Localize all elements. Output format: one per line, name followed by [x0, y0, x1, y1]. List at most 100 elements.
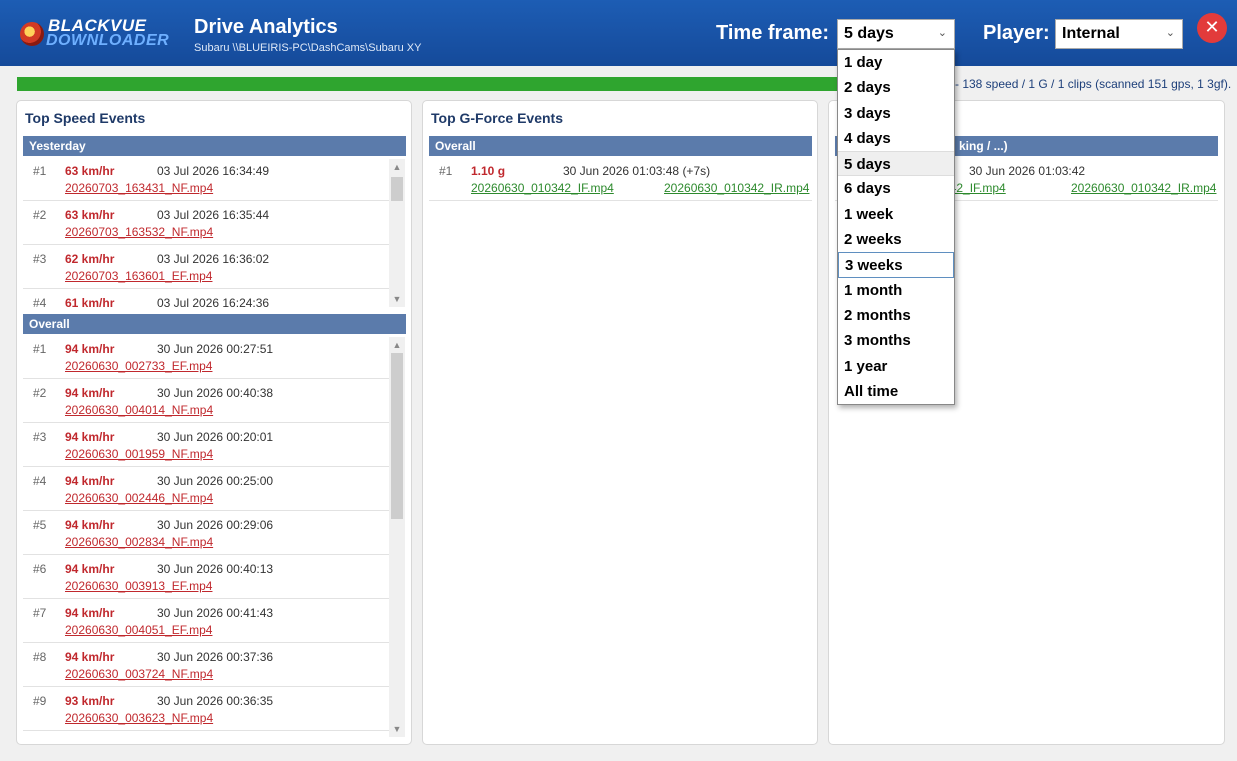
timeframe-dropdown-list: 1 day 2 days 3 days 4 days 5 days 6 days 1 wee…	[837, 49, 955, 405]
table-row[interactable]: #6 94 km/hr 30 Jun 2026 00:40:13 20260630_0…	[23, 555, 390, 599]
event-file-link[interactable]: 20260703_163431_NF.mp4	[65, 181, 213, 195]
dropdown-option[interactable]: 3 weeks	[838, 252, 954, 278]
dropdown-option[interactable]: 6 days	[838, 176, 954, 201]
dropdown-option[interactable]: 2 weeks	[838, 227, 954, 252]
gforce-list: #1 1.10 g 30 Jun 2026 01:03:48 (+7s) 202606…	[429, 157, 812, 207]
event-file-link[interactable]: 20260630_001959_NF.mp4	[65, 447, 213, 461]
event-speed: 94 km/hr	[65, 386, 115, 400]
scroll-up-icon[interactable]: ▲	[389, 159, 405, 175]
dropdown-option[interactable]: 3 days	[838, 101, 954, 126]
dropdown-option[interactable]: 1 year	[838, 354, 954, 379]
event-file-link[interactable]: 20260630_004014_NF.mp4	[65, 403, 213, 417]
close-button[interactable]: ✕	[1197, 13, 1227, 43]
player-value: Internal	[1062, 25, 1120, 42]
event-file-link[interactable]: 20260630_002834_NF.mp4	[65, 535, 213, 549]
table-row[interactable]: #3 94 km/hr 30 Jun 2026 00:20:01 20260630_0…	[23, 423, 390, 467]
yesterday-scrollbar[interactable]: ▲ ▼	[389, 159, 405, 307]
scroll-down-icon[interactable]: ▼	[389, 721, 405, 737]
dropdown-option[interactable]: 1 day	[838, 50, 954, 75]
event-rank: #7	[33, 606, 47, 620]
event-datetime: 30 Jun 2026 01:03:48 (+7s)	[563, 164, 711, 178]
top-gforce-title: Top G-Force Events	[431, 110, 563, 126]
event-speed: 63 km/hr	[65, 164, 115, 178]
dropdown-option[interactable]: 2 months	[838, 303, 954, 328]
table-row[interactable]: #9 93 km/hr 30 Jun 2026 00:36:35 20260630_0…	[23, 687, 390, 731]
logo-text-downloader: DOWNLOADER	[46, 32, 170, 49]
event-rank: #3	[33, 252, 47, 266]
event-file-link[interactable]: 20260630_002446_NF.mp4	[65, 491, 213, 505]
scan-progress-bar	[17, 77, 837, 91]
timeframe-label: Time frame:	[716, 22, 830, 44]
event-file-link[interactable]: 20260630_003724_NF.mp4	[65, 667, 213, 681]
section-yesterday: Yesterday	[23, 136, 406, 156]
event-file-link[interactable]: 20260630_010342_IF.mp4	[471, 181, 614, 195]
event-rank: #4	[33, 474, 47, 488]
event-datetime: 30 Jun 2026 00:41:43	[157, 606, 274, 620]
timeframe-select[interactable]: 5 days ⌄	[837, 19, 955, 49]
chevron-down-icon: ⌄	[937, 27, 947, 39]
event-speed: 61 km/hr	[65, 296, 115, 307]
table-row[interactable]: #2 63 km/hr 03 Jul 2026 16:35:44 20260703_1…	[23, 201, 390, 245]
dropdown-option[interactable]: All time	[838, 379, 954, 404]
dropdown-option[interactable]: 4 days	[838, 126, 954, 151]
table-row[interactable]: #1 63 km/hr 03 Jul 2026 16:34:49 20260703_1…	[23, 157, 390, 201]
table-row[interactable]: #7 94 km/hr 30 Jun 2026 00:41:43 20260630_0…	[23, 599, 390, 643]
event-file-link[interactable]: 20260703_163601_EF.mp4	[65, 269, 212, 283]
chevron-down-icon: ⌄	[1165, 27, 1175, 39]
table-row[interactable]: #4 61 km/hr 03 Jul 2026 16:24:36	[23, 289, 390, 307]
page-title: Drive Analytics	[194, 16, 338, 38]
event-rank: #1	[33, 164, 47, 178]
table-row[interactable]: #8 94 km/hr 30 Jun 2026 00:37:36 20260630_0…	[23, 643, 390, 687]
event-speed: 62 km/hr	[65, 252, 115, 266]
dropdown-option[interactable]: 1 week	[838, 202, 954, 227]
table-row[interactable]: #1 1.10 g 30 Jun 2026 01:03:48 (+7s) 202606…	[429, 157, 812, 201]
overall-scrollbar[interactable]: ▲ ▼	[389, 337, 405, 737]
event-datetime: 30 Jun 2026 00:25:00	[157, 474, 274, 488]
event-file-link[interactable]: 20260630_010342_IR.mp4	[664, 181, 809, 195]
event-datetime: 30 Jun 2026 01:03:42	[969, 164, 1086, 178]
player-select[interactable]: Internal ⌄	[1055, 19, 1183, 49]
player-label: Player:	[983, 22, 1050, 44]
event-datetime: 30 Jun 2026 00:27:51	[157, 342, 274, 356]
table-row[interactable]: #4 94 km/hr 30 Jun 2026 00:25:00 20260630_0…	[23, 467, 390, 511]
top-gforce-panel: Top G-Force Events Overall #1 1.10 g 30 Ju…	[422, 100, 818, 745]
top-speed-title: Top Speed Events	[25, 110, 146, 126]
scroll-thumb[interactable]	[391, 353, 403, 519]
event-datetime: 03 Jul 2026 16:35:44	[157, 208, 270, 222]
event-datetime: 03 Jul 2026 16:34:49	[157, 164, 270, 178]
event-rank: #1	[33, 342, 47, 356]
app-header: BLACKVUE DOWNLOADER Drive Analytics Suba…	[0, 0, 1237, 66]
event-rank: #1	[439, 164, 453, 178]
event-rank: #2	[33, 386, 47, 400]
event-file-link[interactable]: 20260630_003913_EF.mp4	[65, 579, 212, 593]
event-file-link[interactable]: 20260630_004051_EF.mp4	[65, 623, 212, 637]
dropdown-option[interactable]: 1 month	[838, 278, 954, 303]
dropdown-option[interactable]: 3 months	[838, 328, 954, 353]
event-speed: 94 km/hr	[65, 342, 115, 356]
event-datetime: 03 Jul 2026 16:24:36	[157, 296, 270, 307]
table-row[interactable]: #5 94 km/hr 30 Jun 2026 00:29:06 20260630_0…	[23, 511, 390, 555]
event-file-link[interactable]: 20260703_163532_NF.mp4	[65, 225, 213, 239]
dropdown-option[interactable]: 2 days	[838, 75, 954, 100]
event-file-link[interactable]: 20260630_010342_IR.mp4	[1071, 181, 1216, 195]
scroll-up-icon[interactable]: ▲	[389, 337, 405, 353]
event-datetime: 30 Jun 2026 00:40:38	[157, 386, 274, 400]
event-datetime: 30 Jun 2026 00:37:36	[157, 650, 274, 664]
table-row[interactable]: #2 94 km/hr 30 Jun 2026 00:40:38 20260630_0…	[23, 379, 390, 423]
event-rank: #9	[33, 694, 47, 708]
camera-path: Subaru \\BLUEIRIS-PC\DashCams\Subaru XY	[194, 42, 422, 54]
event-file-link[interactable]: 20260630_002733_EF.mp4	[65, 359, 212, 373]
event-datetime: 30 Jun 2026 00:29:06	[157, 518, 274, 532]
event-speed: 94 km/hr	[65, 650, 115, 664]
scroll-thumb[interactable]	[391, 177, 403, 201]
scroll-down-icon[interactable]: ▼	[389, 291, 405, 307]
event-gforce: 1.10 g	[471, 164, 506, 178]
event-datetime: 03 Jul 2026 16:36:02	[157, 252, 270, 266]
table-row[interactable]: #3 62 km/hr 03 Jul 2026 16:36:02 20260703_1…	[23, 245, 390, 289]
table-row[interactable]: #1 94 km/hr 30 Jun 2026 00:27:51 20260630_0…	[23, 335, 390, 379]
event-file-link[interactable]: 20260630_003623_NF.mp4	[65, 711, 213, 725]
event-rank: #6	[33, 562, 47, 576]
blackvue-logo: BLACKVUE DOWNLOADER	[20, 17, 180, 50]
timeframe-value: 5 days	[844, 25, 894, 42]
dropdown-option[interactable]: 5 days	[838, 151, 954, 177]
